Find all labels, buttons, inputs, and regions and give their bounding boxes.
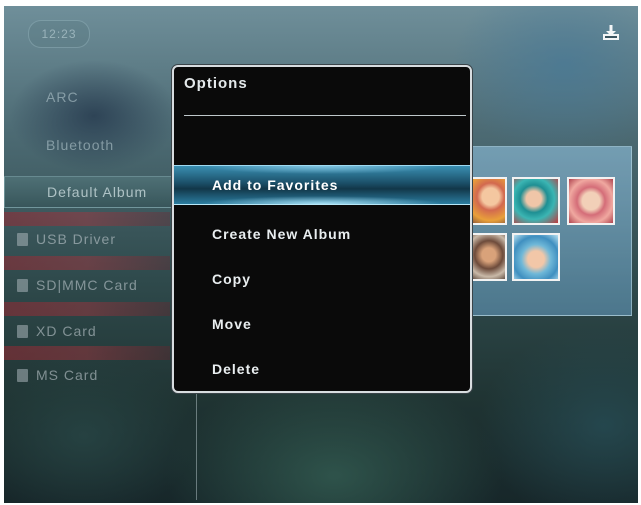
option-move[interactable]: Move: [174, 305, 470, 343]
menu-item-label: USB Driver: [36, 231, 117, 247]
card-icon: [17, 279, 28, 292]
menu-item-label: ARC: [46, 89, 79, 105]
card-icon: [17, 369, 28, 382]
menu-item-xd-card[interactable]: XD Card: [4, 302, 170, 346]
option-add-to-favorites[interactable]: Add to Favorites: [174, 165, 470, 205]
option-create-new-album[interactable]: Create New Album: [174, 215, 470, 253]
menu-item-sd-mmc-card[interactable]: SD|MMC Card: [4, 256, 170, 300]
option-label: Add to Favorites: [212, 177, 339, 193]
option-delete[interactable]: Delete: [174, 350, 470, 388]
option-copy[interactable]: Copy: [174, 260, 470, 298]
download-icon: [603, 25, 619, 40]
option-label: Move: [212, 316, 252, 332]
menu-item-bluetooth[interactable]: Bluetooth: [4, 130, 170, 160]
download-button[interactable]: [600, 22, 622, 44]
dialog-title: Options: [184, 75, 248, 92]
title-divider: [184, 115, 466, 116]
menu-item-label: Default Album: [47, 184, 148, 200]
photo-thumbnail[interactable]: [567, 177, 615, 225]
card-icon: [17, 325, 28, 338]
menu-item-usb-driver[interactable]: USB Driver: [4, 212, 170, 254]
option-label: Delete: [212, 361, 261, 377]
menu-item-default-album[interactable]: Default Album: [4, 176, 172, 208]
photo-thumbnail[interactable]: [467, 233, 507, 281]
photo-thumbnail[interactable]: [512, 177, 560, 225]
menu-item-label: XD Card: [36, 323, 97, 339]
decorative-stripe: [4, 302, 170, 316]
options-dialog: Options Add to Favorites Create New Albu…: [172, 65, 472, 393]
thumbnail-panel: [466, 146, 632, 316]
menu-item-label: MS Card: [36, 367, 99, 383]
menu-item-label: SD|MMC Card: [36, 277, 138, 293]
menu-item-arc[interactable]: ARC: [4, 82, 170, 112]
menu-item-ms-card[interactable]: MS Card: [4, 346, 170, 390]
photo-frame-screen: 12:23 ARC Bluetooth Default Album USB Dr…: [4, 6, 638, 503]
decorative-stripe: [4, 346, 170, 360]
usb-drive-icon: [17, 233, 28, 246]
time-display: 12:23: [28, 20, 90, 48]
decorative-stripe: [4, 256, 170, 270]
option-label: Create New Album: [212, 226, 352, 242]
photo-thumbnail[interactable]: [512, 233, 560, 281]
photo-thumbnail[interactable]: [467, 177, 507, 225]
menu-item-label: Bluetooth: [46, 137, 115, 153]
option-label: Copy: [212, 271, 251, 287]
